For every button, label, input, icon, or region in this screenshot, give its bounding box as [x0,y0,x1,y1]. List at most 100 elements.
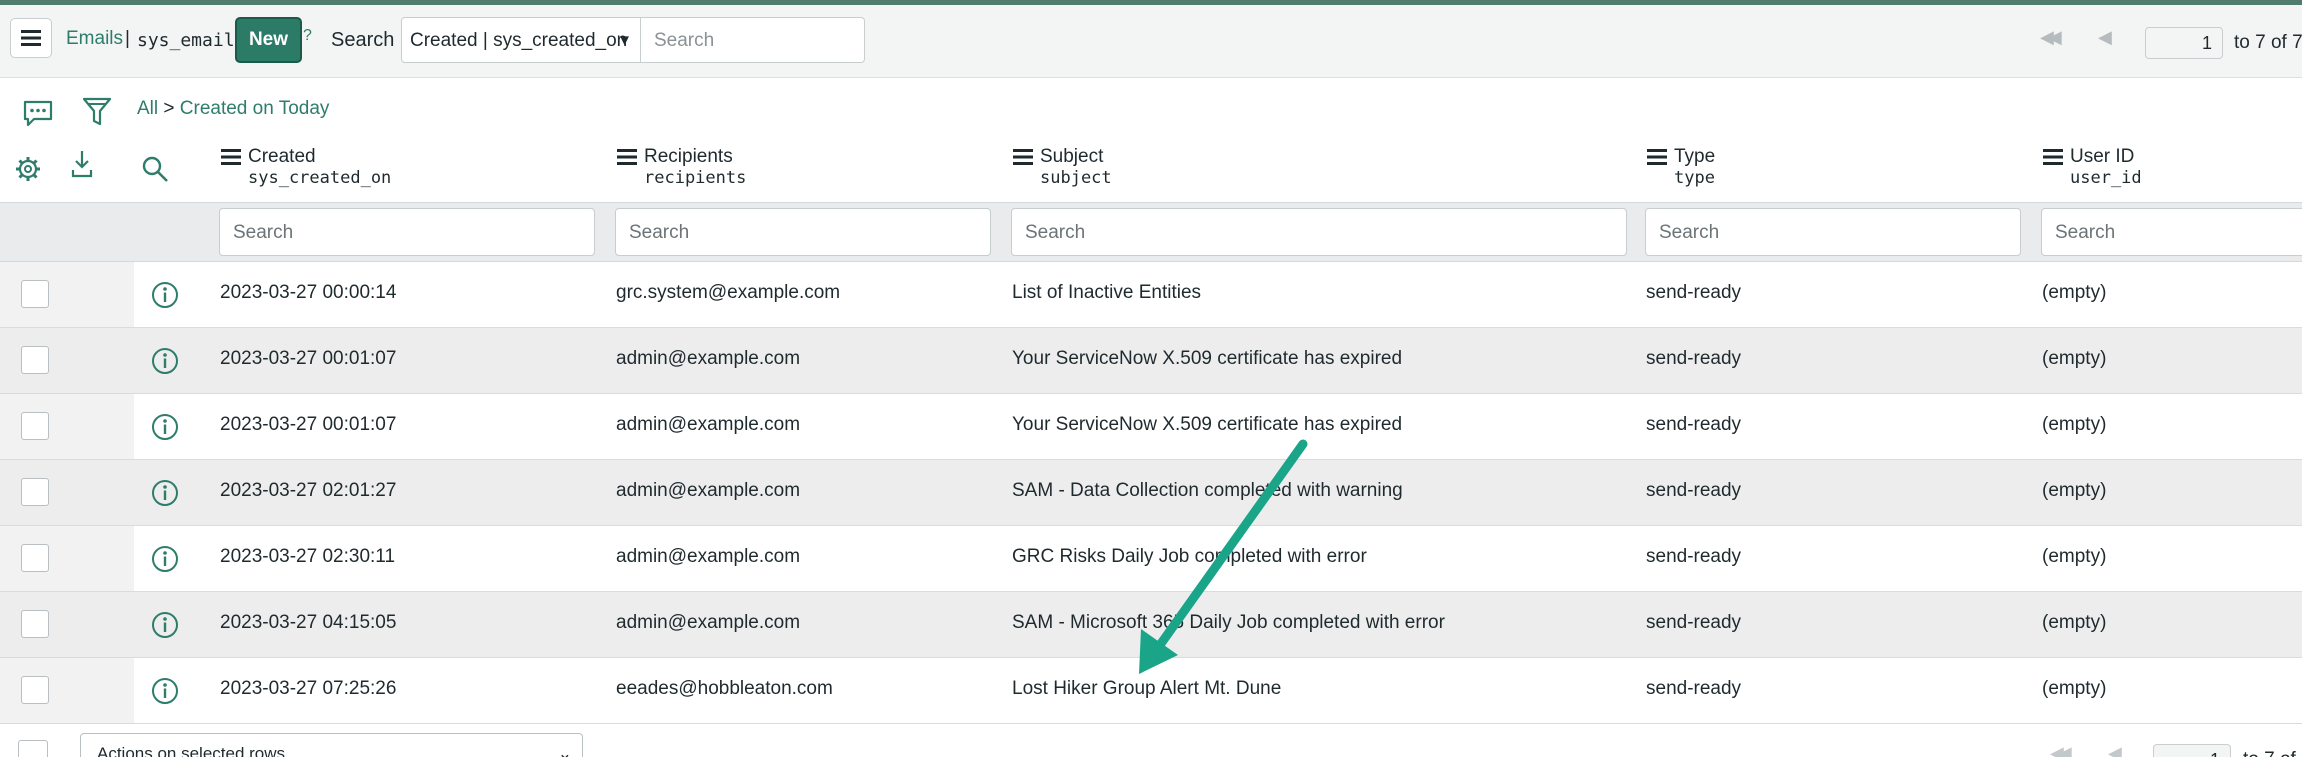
breadcrumb-root[interactable]: All [137,98,158,119]
cell-user-id: (empty) [2042,282,2107,303]
row-checkbox[interactable] [21,610,49,638]
cell-user-id: (empty) [2042,480,2107,501]
cell-recipients: admin@example.com [616,480,801,501]
breadcrumb-filter[interactable]: Created on Today [180,98,330,119]
column-label[interactable]: Recipients [644,146,733,168]
column-label[interactable]: User ID [2070,146,2134,168]
search-icon [142,156,168,182]
activity-stream-button[interactable] [22,98,54,128]
help-link[interactable]: ? [303,27,312,45]
cell-type: send-ready [1646,546,1742,567]
footer-page-count: to 7 of 7 [2243,749,2302,757]
table-row[interactable]: 2023-03-27 02:30:11 admin@example.com GR… [0,526,2302,592]
chevron-down-icon: ⌄ [557,744,572,757]
cell-subject: Your ServiceNow X.509 certificate has ex… [1012,348,1403,369]
table-name: sys_email [137,30,235,51]
download-icon [71,151,93,178]
table-row[interactable]: 2023-03-27 02:01:27 admin@example.com SA… [0,460,2302,526]
first-page-icon[interactable]: ◀◀ [2040,27,2062,48]
actions-select[interactable]: Actions on selected rows... ⌄ [80,733,583,757]
export-button[interactable] [67,148,97,180]
filter-button[interactable] [82,96,112,128]
prev-page-icon[interactable]: ◀ [2098,27,2112,48]
column-label[interactable]: Type [1674,146,1715,168]
search-input-subject[interactable]: Search [1011,208,1627,256]
menu-icon [21,30,41,46]
row-checkbox[interactable] [21,346,49,374]
select-all-checkbox[interactable] [18,740,48,757]
footer-page-number-input[interactable]: 1 [2153,744,2231,757]
filter-icon [82,97,112,126]
cell-recipients: admin@example.com [616,414,801,435]
cell-created[interactable]: 2023-03-27 00:00:14 [220,282,396,304]
column-field: sys_created_on [248,168,392,188]
row-checkbox[interactable] [21,544,49,572]
title-separator: | [125,28,130,49]
cell-type: send-ready [1646,678,1742,699]
new-button[interactable]: New [235,17,302,63]
table-row[interactable]: 2023-03-27 04:15:05 admin@example.com SA… [0,592,2302,658]
info-icon[interactable] [151,611,179,639]
info-icon[interactable] [151,545,179,573]
cell-subject: SAM - Microsoft 365 Daily Job completed … [1012,612,1445,633]
cell-subject: GRC Risks Daily Job completed with error [1012,546,1367,567]
info-icon[interactable] [151,281,179,309]
table-row[interactable]: 2023-03-27 00:01:07 admin@example.com Yo… [0,328,2302,394]
cell-subject: List of Inactive Entities [1012,282,1202,303]
info-icon[interactable] [151,479,179,507]
cell-user-id: (empty) [2042,414,2107,435]
column-menu-icon[interactable] [221,149,241,165]
cell-subject: Lost Hiker Group Alert Mt. Dune [1012,678,1282,699]
column-menu-icon[interactable] [2043,149,2063,165]
cell-subject: Your ServiceNow X.509 certificate has ex… [1012,414,1403,435]
cell-created[interactable]: 2023-03-27 00:01:07 [220,348,396,370]
cell-user-id: (empty) [2042,546,2107,567]
list-menu-button[interactable] [10,18,52,58]
cell-recipients: eeades@hobbleaton.com [616,678,833,699]
table-row[interactable]: 2023-03-27 07:25:26 eeades@hobbleaton.co… [0,658,2302,724]
info-icon[interactable] [151,677,179,705]
search-input-type[interactable]: Search [1645,208,2021,256]
table-row[interactable]: 2023-03-27 00:01:07 admin@example.com Yo… [0,394,2302,460]
table-row[interactable]: 2023-03-27 00:00:14 grc.system@example.c… [0,262,2302,328]
cell-created[interactable]: 2023-03-27 00:01:07 [220,414,396,436]
search-input-user-id[interactable]: Search [2041,208,2302,256]
prev-page-icon[interactable]: ◀ [2108,743,2122,757]
cell-type: send-ready [1646,414,1742,435]
chevron-down-icon: ▼ [617,32,632,49]
row-checkbox[interactable] [21,280,49,308]
column-label[interactable]: Subject [1040,146,1103,168]
list-header: Emails | sys_email New ? Search Created … [0,5,2302,78]
page-number-input[interactable]: 1 [2145,27,2223,59]
cell-created[interactable]: 2023-03-27 07:25:26 [220,678,396,700]
search-input-recipients[interactable]: Search [615,208,991,256]
column-menu-icon[interactable] [1647,149,1667,165]
cell-type: send-ready [1646,480,1742,501]
cell-created[interactable]: 2023-03-27 02:01:27 [220,480,396,502]
search-label: Search [331,29,395,51]
search-input[interactable]: Search [641,17,865,63]
toggle-search-button[interactable] [140,154,170,184]
page-count: to 7 of 7 [2234,32,2302,53]
first-page-icon[interactable]: ◀◀ [2050,743,2072,757]
row-checkbox[interactable] [21,478,49,506]
search-field-select[interactable]: Created | sys_created_on ▼ [401,17,641,63]
chat-icon [23,100,53,127]
info-icon[interactable] [151,413,179,441]
breadcrumb: All > Created on Today [137,98,329,120]
info-icon[interactable] [151,347,179,375]
gear-icon [16,157,40,181]
column-menu-icon[interactable] [1013,149,1033,165]
cell-user-id: (empty) [2042,348,2107,369]
cell-created[interactable]: 2023-03-27 02:30:11 [220,546,395,568]
column-label[interactable]: Created [248,146,316,168]
row-checkbox[interactable] [21,676,49,704]
cell-recipients: admin@example.com [616,612,801,633]
list-title[interactable]: Emails [66,28,123,50]
search-input-created[interactable]: Search [219,208,595,256]
row-checkbox[interactable] [21,412,49,440]
personalize-list-button[interactable] [13,154,43,184]
column-menu-icon[interactable] [617,149,637,165]
cell-created[interactable]: 2023-03-27 04:15:05 [220,612,396,634]
column-field: user_id [2070,168,2142,188]
